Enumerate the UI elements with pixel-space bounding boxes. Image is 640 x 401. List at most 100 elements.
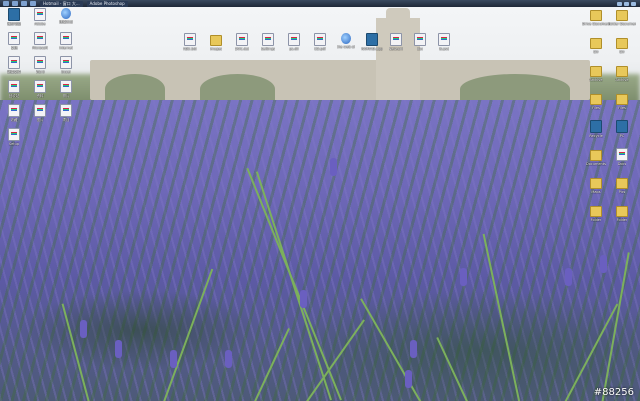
file-icon <box>34 104 46 117</box>
desktop-icon-label: Recycle <box>589 134 603 138</box>
desktop-icon-label: NOMAD.app <box>361 47 383 51</box>
desktop-icon[interactable]: CD.pdf <box>306 33 334 61</box>
desktop-icon[interactable]: Recycle <box>582 120 610 148</box>
desktop-icon[interactable]: IS.psd <box>430 33 458 61</box>
desktop-icon-label: the web of <box>336 45 356 49</box>
desktop-icon-label: Dir <box>593 50 599 54</box>
lavender-flower <box>330 158 337 176</box>
tray-icon[interactable] <box>624 1 629 6</box>
folder-icon <box>616 66 628 77</box>
desktop-icon[interactable]: Folder <box>582 204 610 232</box>
desktop-icon[interactable]: Dir <box>582 36 610 64</box>
folder-icon <box>590 66 602 77</box>
desktop-icon-label: Archive <box>589 78 603 82</box>
desktop-icon[interactable]: Setup <box>0 128 28 156</box>
desktop-icon[interactable]: ADE.bdr <box>176 33 204 61</box>
desktop-icon[interactable]: Archive <box>582 64 610 92</box>
file-icon <box>184 33 196 46</box>
quicklaunch-icon[interactable] <box>21 1 27 6</box>
desktop-icon-label: Internet <box>59 46 73 50</box>
desktop-icon[interactable]: PC <box>608 120 636 148</box>
watermark: #88256 <box>593 387 634 398</box>
quicklaunch-icon[interactable] <box>30 1 36 6</box>
desktop-icon-label: 新建文件 <box>7 70 21 74</box>
desktop-icon-label: 收藏 <box>10 118 18 122</box>
desktop-icon-label: Files <box>618 106 626 110</box>
wallpaper-lavender-field <box>0 100 640 401</box>
folder-icon <box>616 94 628 105</box>
desktop-icon-label: Documents <box>586 162 606 166</box>
taskbar[interactable]: Hotmail - 窗口 大... Adobe Photoshop <box>0 0 640 7</box>
file-icon <box>34 56 46 69</box>
quicklaunch-icon[interactable] <box>12 1 18 6</box>
desktop-icon-label: Settings <box>260 47 276 51</box>
file-icon <box>60 56 72 69</box>
lavender-flower <box>225 350 232 368</box>
file-icon <box>438 33 450 46</box>
lavender-flower <box>600 255 607 273</box>
folder-icon <box>590 206 602 217</box>
desktop-icon[interactable]: DOC.dat <box>228 33 256 61</box>
file-icon <box>60 32 72 45</box>
desktop-icon[interactable]: Maps <box>582 176 610 204</box>
desktop-icon[interactable]: 项目 <box>52 104 80 132</box>
file-icon <box>34 8 46 21</box>
desktop-icon[interactable]: Folder <box>608 204 636 232</box>
desktop-icon-label: Dir <box>619 50 625 54</box>
taskbar-task[interactable]: Hotmail - 窗口 大... <box>40 0 83 7</box>
desktop-icon-label: DOC.dat <box>234 47 250 51</box>
desktop-icon[interactable]: Folder Documents <box>608 8 636 36</box>
folder-icon <box>616 38 628 49</box>
folder-icon <box>590 10 602 21</box>
desktop-icon[interactable]: the web of <box>332 33 360 61</box>
folder-icon <box>590 150 602 161</box>
folder-icon <box>616 206 628 217</box>
lavender-flower <box>460 268 467 286</box>
desktop-icon[interactable]: Settings <box>254 33 282 61</box>
file-icon <box>8 80 20 93</box>
desktop-icon[interactable]: Docs <box>608 148 636 176</box>
start-button[interactable] <box>3 1 9 6</box>
desktop-icon[interactable]: Documents <box>582 148 610 176</box>
desktop-icon[interactable]: Pics <box>608 176 636 204</box>
desktop-icon[interactable]: 图片 <box>26 104 54 132</box>
system-tray[interactable] <box>615 0 636 7</box>
desktop-icon-label: 回收站 <box>8 94 20 98</box>
desktop-icon[interactable]: Files <box>582 92 610 120</box>
file-icon <box>262 33 274 46</box>
file-icon <box>390 33 402 46</box>
file-icon <box>288 33 300 46</box>
desktop-icon-label: Microsoft <box>32 46 48 50</box>
desktop-icon-label: 快捷方式 <box>59 20 73 24</box>
desktop-icon[interactable]: Images <box>202 33 230 61</box>
folder-icon <box>590 178 602 189</box>
desktop-icon-label: Images <box>209 47 223 51</box>
taskbar-task[interactable]: Adobe Photoshop <box>86 0 128 7</box>
file-icon <box>60 104 72 117</box>
desktop-icon[interactable]: Drive Documents <box>582 8 610 36</box>
file-icon <box>236 33 248 46</box>
folder-icon <box>210 35 222 46</box>
file-icon <box>34 80 46 93</box>
file-icon <box>414 33 426 46</box>
application-icon <box>590 120 602 133</box>
desktop-icon-label: Adobe <box>34 22 46 26</box>
tray-icon[interactable] <box>617 1 622 6</box>
file-icon <box>34 32 46 45</box>
desktop-icon[interactable]: ps.dll <box>280 33 308 61</box>
desktop-icon[interactable]: Dir <box>608 36 636 64</box>
file-icon <box>8 104 20 117</box>
lavender-flower <box>80 320 87 338</box>
desktop-icon[interactable]: Files <box>608 92 636 120</box>
lavender-flower <box>565 268 572 286</box>
tray-icon[interactable] <box>631 1 636 6</box>
desktop-icon[interactable]: Archive <box>608 64 636 92</box>
desktop-icon-label: Folder <box>616 218 628 222</box>
desktop-icon-label: 项目 <box>62 118 70 122</box>
file-icon <box>8 128 20 141</box>
desktop-icon-label: Archive <box>615 78 629 82</box>
desktop-icon-label: 我的电脑 <box>7 22 21 26</box>
desktop-icon-label: Word <box>35 70 45 74</box>
folder-icon <box>590 94 602 105</box>
file-icon <box>8 32 20 45</box>
